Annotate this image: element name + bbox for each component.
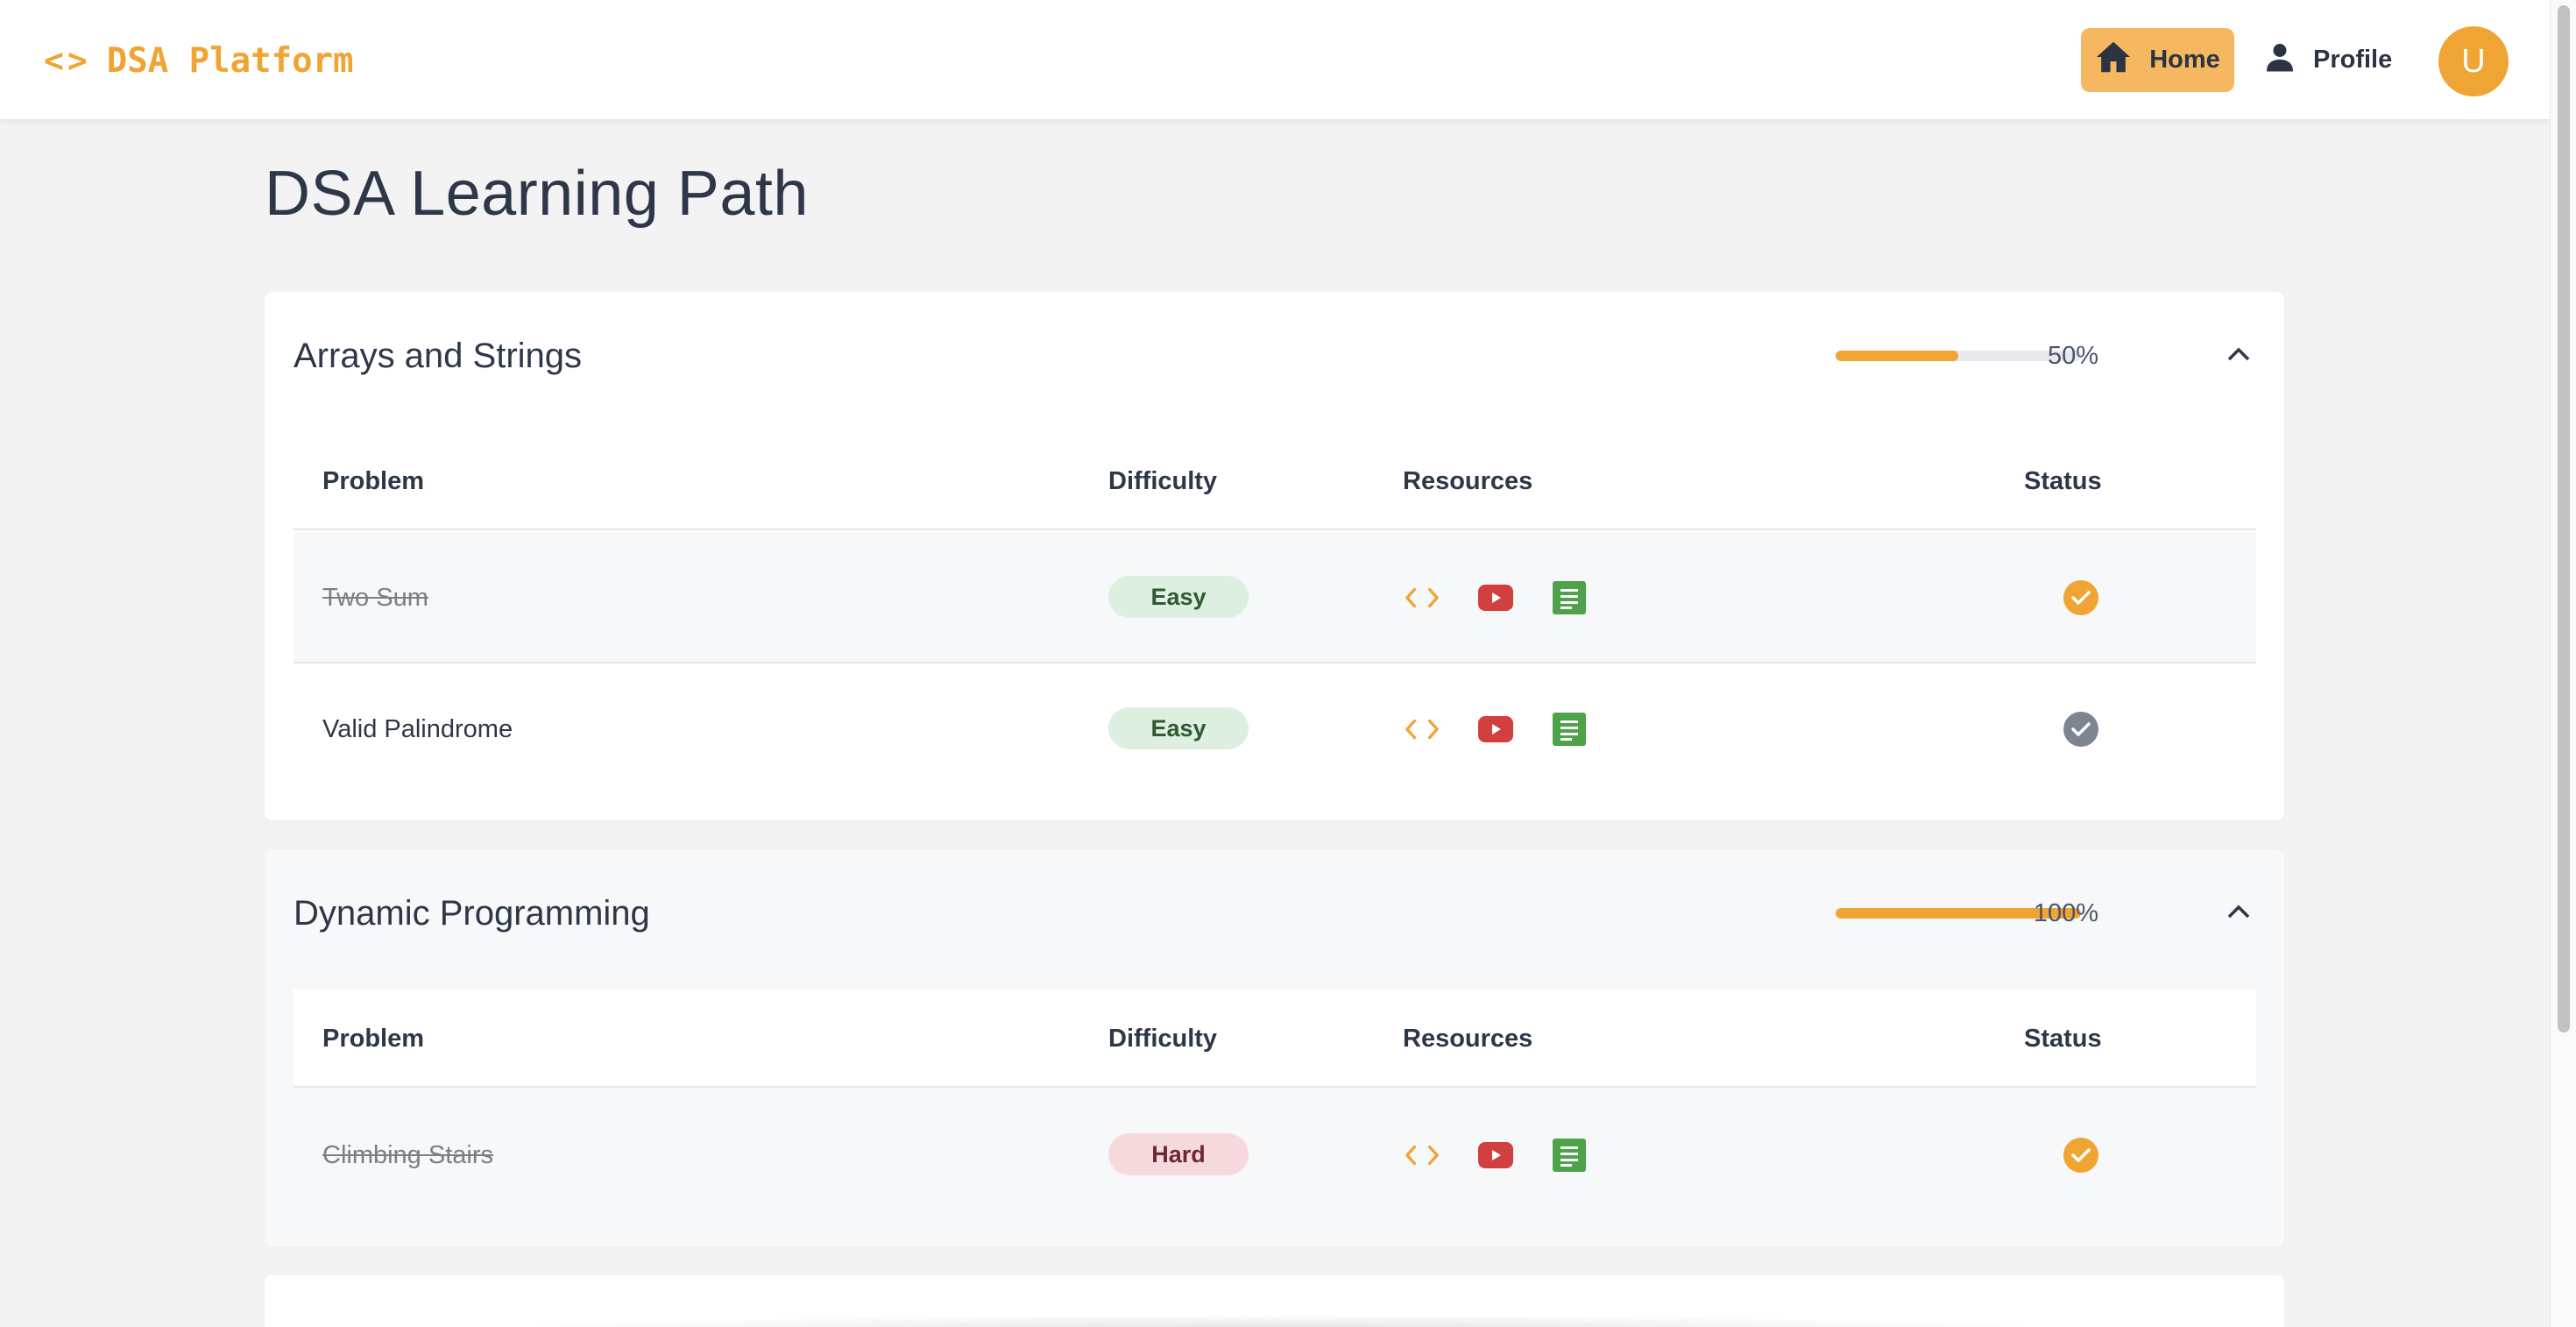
home-icon	[2095, 40, 2132, 81]
column-header-status: Status	[2024, 1025, 2102, 1053]
column-header-resources: Resources	[1403, 1025, 1533, 1053]
column-header-problem: Problem	[322, 1025, 425, 1053]
check-circle-icon[interactable]	[2063, 712, 2098, 747]
person-icon	[2264, 41, 2296, 80]
nav-home-button[interactable]: Home	[2081, 28, 2234, 92]
column-header-difficulty: Difficulty	[1108, 1025, 1218, 1053]
scroll-shadow	[491, 1315, 2068, 1327]
difficulty-badge: Easy	[1108, 576, 1249, 618]
nav-profile-button[interactable]: Profile	[2264, 28, 2396, 92]
page-scrollbar[interactable]	[2550, 0, 2576, 1327]
brand-logo[interactable]: <> DSA Platform	[44, 39, 354, 82]
table-row: Two Sum Easy	[294, 532, 2256, 664]
problem-name[interactable]: Two Sum	[322, 532, 428, 664]
code-icon[interactable]	[1405, 1138, 1440, 1173]
difficulty-badge: Hard	[1108, 1133, 1249, 1175]
table-header: Problem Difficulty Resources Status	[294, 432, 2256, 530]
scrollbar-thumb[interactable]	[2558, 5, 2570, 1033]
column-header-status: Status	[2024, 467, 2102, 495]
section-arrays-and-strings: Arrays and Strings 50% Problem Difficult…	[265, 292, 2284, 820]
section-progress-percent: 100%	[2033, 899, 2098, 927]
column-header-difficulty: Difficulty	[1108, 467, 1218, 495]
column-header-resources: Resources	[1403, 467, 1533, 495]
table-row: Climbing Stairs Hard	[294, 1089, 2256, 1221]
difficulty-badge: Easy	[1108, 707, 1249, 749]
code-icon: <>	[44, 41, 91, 80]
check-circle-icon[interactable]	[2063, 580, 2098, 615]
table-header: Problem Difficulty Resources Status	[294, 990, 2256, 1088]
problem-name[interactable]: Climbing Stairs	[322, 1089, 493, 1221]
avatar[interactable]: U	[2438, 26, 2509, 96]
youtube-icon[interactable]	[1478, 580, 1513, 615]
section-dynamic-programming: Dynamic Programming 100% Problem Difficu…	[265, 849, 2284, 1247]
navbar: <> DSA Platform Home Profile U	[0, 0, 2550, 120]
check-circle-icon[interactable]	[2063, 1138, 2098, 1173]
collapse-section-button[interactable]	[2221, 338, 2256, 373]
section-title: Arrays and Strings	[294, 337, 583, 375]
youtube-icon[interactable]	[1478, 1138, 1513, 1173]
collapse-section-button[interactable]	[2221, 896, 2256, 931]
code-icon[interactable]	[1405, 712, 1440, 747]
section-progress-percent: 50%	[2047, 342, 2098, 370]
problem-name[interactable]: Valid Palindrome	[322, 664, 513, 795]
page-title: DSA Learning Path	[265, 159, 809, 229]
chevron-up-icon	[2227, 905, 2250, 923]
nav-home-label: Home	[2149, 46, 2220, 74]
article-icon[interactable]	[1552, 580, 1587, 615]
article-icon[interactable]	[1552, 712, 1587, 747]
youtube-icon[interactable]	[1478, 712, 1513, 747]
code-icon[interactable]	[1405, 580, 1440, 615]
brand-label: DSA Platform	[106, 40, 354, 81]
article-icon[interactable]	[1552, 1138, 1587, 1173]
section-title: Dynamic Programming	[294, 894, 650, 933]
section-progress-fill	[1836, 351, 1958, 361]
column-header-problem: Problem	[322, 467, 425, 495]
chevron-up-icon	[2227, 347, 2250, 365]
nav-profile-label: Profile	[2313, 46, 2393, 74]
table-row: Valid Palindrome Easy	[294, 664, 2256, 795]
